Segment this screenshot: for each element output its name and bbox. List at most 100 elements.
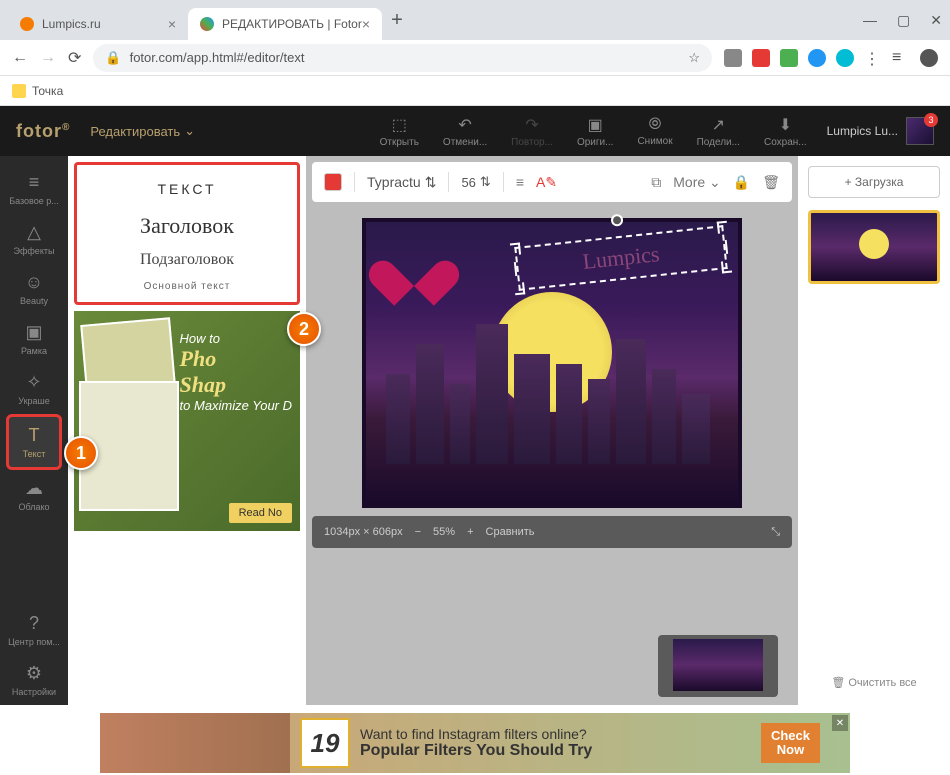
flask-icon: △	[27, 222, 41, 243]
delete-icon[interactable]: 🗑	[762, 174, 780, 191]
user-thumb: 3	[906, 117, 934, 145]
canvas-area: Typractu⇅ 56⇅ ≡ A✎ ⧉ More ⌄ 🔒 🗑	[306, 156, 798, 705]
sidebar-item-text[interactable]: TТекст	[6, 414, 62, 470]
minimize-icon[interactable]: —	[863, 12, 877, 29]
url-input[interactable]: 🔒 fotor.com/app.html#/editor/text ☆	[93, 44, 712, 72]
user-area[interactable]: Lumpics Lu... 3	[827, 117, 934, 145]
mode-dropdown[interactable]: Редактировать ⌄	[90, 123, 195, 139]
frame-icon: ▣	[25, 322, 42, 343]
sidebar-item-basic[interactable]: ≡Базовое р...	[6, 164, 62, 214]
new-tab-button[interactable]: +	[382, 5, 412, 35]
chevron-down-icon: ⌄	[184, 123, 195, 139]
lock-icon: 🔒	[105, 50, 121, 66]
text-style-icon[interactable]: A✎	[536, 174, 557, 191]
browser-tab-active[interactable]: РЕДАКТИРОВАТЬ | Fotor ×	[188, 8, 382, 40]
app-topbar: fotor® Редактировать ⌄ ⬚Открыть ↶Отмени.…	[0, 106, 950, 156]
text-element-selected[interactable]: Lumpics	[514, 225, 727, 291]
open-icon: ⬚	[392, 115, 407, 135]
promo-read-button[interactable]: Read No	[229, 503, 292, 523]
cloud-icon: ☁	[25, 478, 43, 499]
bookmark-item[interactable]: Точка	[12, 84, 63, 98]
expand-icon[interactable]: ⤡	[771, 526, 780, 539]
canvas-text[interactable]: Lumpics	[581, 241, 660, 275]
star-icon[interactable]: ☆	[688, 50, 700, 66]
resize-handle[interactable]	[514, 262, 517, 276]
browser-tab[interactable]: Lumpics.ru ×	[8, 8, 188, 40]
resize-handle[interactable]	[514, 282, 525, 295]
image-thumbnail-selected[interactable]	[808, 210, 940, 284]
undo-icon: ↶	[458, 115, 471, 135]
redo-icon: ↷	[525, 115, 538, 135]
url-text: fotor.com/app.html#/editor/text	[130, 50, 305, 65]
extension-icons: ⋮ ≡	[724, 49, 938, 67]
sidebar-item-stickers[interactable]: ✧Украше	[6, 364, 62, 414]
more-dropdown[interactable]: More ⌄	[673, 174, 721, 191]
image-canvas[interactable]: Lumpics	[362, 218, 742, 508]
avatar-icon[interactable]	[920, 49, 938, 67]
color-picker[interactable]	[324, 173, 342, 191]
resize-handle[interactable]	[721, 261, 732, 274]
ext-icon[interactable]	[780, 49, 798, 67]
image-icon: ▣	[588, 115, 603, 135]
clear-all-button[interactable]: 🗑 Очистить все	[808, 670, 940, 695]
font-size-input[interactable]: 56⇅	[461, 174, 490, 190]
align-icon[interactable]: ≡	[516, 174, 524, 190]
undo-button[interactable]: ↶Отмени...	[443, 115, 487, 148]
share-icon: ↗	[712, 115, 725, 135]
browser-tab-strip: Lumpics.ru × РЕДАКТИРОВАТЬ | Fotor × + —…	[0, 0, 950, 40]
help-icon: ?	[29, 613, 39, 634]
close-icon[interactable]: ×	[362, 16, 370, 32]
ext-icon[interactable]	[808, 49, 826, 67]
reload-icon[interactable]: ⟳	[68, 48, 81, 68]
resize-handle[interactable]	[725, 240, 728, 254]
original-button[interactable]: ▣Ориги...	[577, 115, 614, 148]
resize-handle[interactable]	[717, 221, 728, 234]
sidebar-item-cloud[interactable]: ☁Облако	[6, 470, 62, 520]
main-area: ≡Базовое р... △Эффекты ☺Beauty ▣Рамка ✧У…	[0, 156, 950, 705]
menu-icon[interactable]: ⋮	[864, 49, 882, 67]
font-select[interactable]: Typractu⇅	[367, 174, 436, 191]
compare-button[interactable]: Сравнить	[486, 526, 535, 538]
snapshot-button[interactable]: ⦾Снимок	[637, 116, 672, 147]
forward-icon[interactable]: →	[40, 49, 56, 67]
sidebar-item-beauty[interactable]: ☺Beauty	[6, 264, 62, 314]
maximize-icon[interactable]: ▢	[897, 12, 910, 29]
open-button[interactable]: ⬚Открыть	[380, 115, 419, 148]
sidebar-item-settings[interactable]: ⚙Настройки	[6, 655, 62, 705]
text-options-box: ТЕКСТ Заголовок Подзаголовок Основной те…	[74, 162, 300, 305]
ext-icon[interactable]	[752, 49, 770, 67]
save-button[interactable]: ⬇Сохран...	[764, 115, 807, 148]
sidebar-item-effects[interactable]: △Эффекты	[6, 214, 62, 264]
add-body-button[interactable]: Основной текст	[85, 281, 289, 292]
share-button[interactable]: ↗Подели...	[697, 115, 740, 148]
close-window-icon[interactable]: ✕	[930, 12, 942, 29]
rotate-handle[interactable]	[610, 214, 623, 227]
back-icon[interactable]: ←	[12, 49, 28, 67]
zoom-in-button[interactable]: +	[467, 526, 473, 538]
add-heading-button[interactable]: Заголовок	[85, 213, 289, 239]
ad-banner[interactable]: 19 Want to find Instagram filters online…	[100, 713, 850, 773]
close-icon[interactable]: ×	[168, 16, 176, 32]
sidebar-item-help[interactable]: ?Центр пом...	[6, 605, 62, 655]
logo[interactable]: fotor®	[16, 121, 70, 142]
ext-icon[interactable]	[836, 49, 854, 67]
add-subheading-button[interactable]: Подзаголовок	[85, 251, 289, 269]
upload-button[interactable]: + Загрузка	[808, 166, 940, 198]
resize-handle[interactable]	[510, 242, 521, 255]
username: Lumpics Lu...	[827, 124, 898, 138]
ad-close-icon[interactable]: ✕	[832, 715, 848, 731]
zoom-out-button[interactable]: −	[415, 526, 421, 538]
favicon-icon	[200, 17, 214, 31]
promo-banner[interactable]: How to Pho Shap to Maximize Your D Read …	[74, 311, 300, 531]
reading-list-icon[interactable]: ≡	[892, 49, 910, 67]
redo-button[interactable]: ↷Повтор...	[511, 115, 553, 148]
notification-badge: 3	[924, 113, 938, 127]
copy-icon[interactable]: ⧉	[651, 174, 661, 191]
compare-preview[interactable]	[658, 635, 778, 697]
favicon-icon	[20, 17, 34, 31]
ad-cta-button[interactable]: CheckNow	[761, 723, 820, 764]
lock-icon[interactable]: 🔒	[733, 174, 750, 191]
heart-sticker[interactable]	[386, 242, 442, 292]
ext-icon[interactable]	[724, 49, 742, 67]
sidebar-item-frame[interactable]: ▣Рамка	[6, 314, 62, 364]
